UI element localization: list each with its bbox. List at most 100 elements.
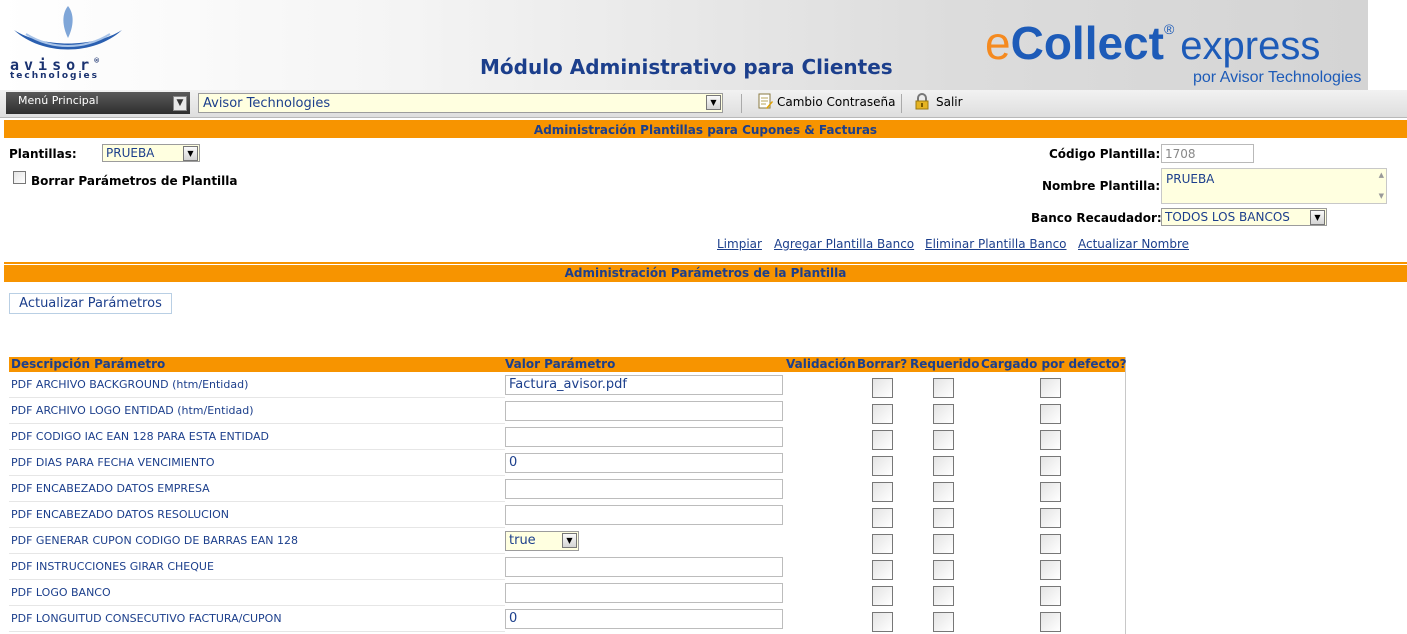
- limpiar-link[interactable]: Limpiar: [717, 237, 762, 251]
- borrar-checkbox[interactable]: [872, 482, 893, 502]
- borrar-checkbox[interactable]: [872, 430, 893, 450]
- param-value-input[interactable]: [505, 427, 783, 447]
- codigo-plantilla-label: Código Plantilla:: [1049, 147, 1161, 161]
- table-row: PDF LONGUITUD CONSECUTIVO FACTURA/CUPON 0: [9, 606, 1125, 632]
- borrar-checkbox[interactable]: [872, 586, 893, 606]
- requerido-checkbox[interactable]: [933, 482, 954, 502]
- plantillas-label: Plantillas:: [9, 147, 77, 161]
- column-header[interactable]: Cargado por defecto?: [981, 357, 1127, 372]
- requerido-checkbox[interactable]: [933, 586, 954, 606]
- cargado-defecto-checkbox[interactable]: [1040, 586, 1061, 606]
- dropdown-arrow-icon[interactable]: ▼: [706, 95, 721, 110]
- param-value-input[interactable]: [505, 583, 783, 603]
- param-description: PDF ARCHIVO LOGO ENTIDAD (htm/Entidad): [11, 404, 254, 417]
- parameters-table: Descripción Parámetro Valor Parámetro Va…: [9, 357, 1127, 634]
- cargado-defecto-checkbox[interactable]: [1040, 534, 1061, 554]
- column-header[interactable]: Descripción Parámetro: [11, 357, 165, 372]
- table-row: PDF ARCHIVO BACKGROUND (htm/Entidad) Fact…: [9, 372, 1125, 398]
- param-value-input[interactable]: Factura_avisor.pdf: [505, 375, 783, 395]
- double-chevron-down-icon[interactable]: ▼: [173, 96, 187, 111]
- cargado-defecto-checkbox[interactable]: [1040, 612, 1061, 632]
- logo-subtitle: technologies: [10, 71, 99, 81]
- dropdown-arrow-icon[interactable]: ▼: [562, 533, 577, 548]
- client-select[interactable]: Avisor Technologies ▼: [198, 93, 723, 113]
- document-edit-icon[interactable]: [757, 93, 773, 110]
- param-description: PDF LONGUITUD CONSECUTIVO FACTURA/CUPON: [11, 612, 282, 625]
- table-row: PDF LOGO BANCO: [9, 580, 1125, 606]
- borrar-checkbox[interactable]: [872, 404, 893, 424]
- requerido-checkbox[interactable]: [933, 404, 954, 424]
- param-value-input[interactable]: [505, 557, 783, 577]
- main-menu-button[interactable]: Menú Principal ▼: [6, 92, 190, 114]
- cargado-defecto-checkbox[interactable]: [1040, 404, 1061, 424]
- param-description: PDF CODIGO IAC EAN 128 PARA ESTA ENTIDAD: [11, 430, 270, 443]
- scroll-down-icon[interactable]: ▼: [1379, 192, 1384, 200]
- param-description: PDF ENCABEZADO DATOS EMPRESA: [11, 482, 210, 495]
- nombre-plantilla-textarea[interactable]: PRUEBA ▲ ▼: [1161, 168, 1387, 204]
- table-row: PDF GENERAR CUPON CODIGO DE BARRAS EAN 1…: [9, 528, 1125, 554]
- params-section-header: Administración Parámetros de la Plantill…: [4, 265, 1407, 282]
- param-value-input[interactable]: 0: [505, 609, 783, 629]
- table-row: PDF ENCABEZADO DATOS EMPRESA: [9, 476, 1125, 502]
- borrar-checkbox[interactable]: [872, 378, 893, 398]
- column-header[interactable]: Requerido: [910, 357, 980, 372]
- table-row: PDF ARCHIVO LOGO ENTIDAD (htm/Entidad): [9, 398, 1125, 424]
- borrar-checkbox[interactable]: [872, 534, 893, 554]
- plantillas-select[interactable]: PRUEBA ▼: [102, 144, 200, 162]
- cargado-defecto-checkbox[interactable]: [1040, 560, 1061, 580]
- param-description: PDF ARCHIVO BACKGROUND (htm/Entidad): [11, 378, 249, 391]
- templates-section-header: Administración Plantillas para Cupones &…: [4, 122, 1407, 138]
- dropdown-arrow-icon[interactable]: ▼: [183, 146, 198, 161]
- borrar-checkbox[interactable]: [872, 508, 893, 528]
- page-title: Módulo Administrativo para Clientes: [480, 55, 893, 79]
- param-value-input[interactable]: [505, 505, 783, 525]
- borrar-checkbox[interactable]: [872, 612, 893, 632]
- banco-recaudador-label: Banco Recaudador:: [1031, 211, 1162, 225]
- agregar-plantilla-banco-link[interactable]: Agregar Plantilla Banco: [774, 237, 914, 251]
- requerido-checkbox[interactable]: [933, 508, 954, 528]
- cargado-defecto-checkbox[interactable]: [1040, 456, 1061, 476]
- brand-tagline: por Avisor Technologies: [1193, 69, 1362, 86]
- requerido-checkbox[interactable]: [933, 534, 954, 554]
- app-header: avisor® technologies Módulo Administrati…: [0, 0, 1368, 90]
- ecollect-brand-logo: eCollect® express: [985, 17, 1321, 69]
- actualizar-nombre-link[interactable]: Actualizar Nombre: [1078, 237, 1189, 251]
- borrar-parametros-label: Borrar Parámetros de Plantilla: [31, 174, 238, 188]
- column-header[interactable]: Valor Parámetro: [505, 357, 615, 372]
- menu-bar: Menú Principal ▼ Avisor Technologies ▼ C…: [0, 90, 1407, 118]
- lock-icon[interactable]: [914, 93, 930, 110]
- borrar-checkbox[interactable]: [872, 456, 893, 476]
- param-value-input[interactable]: 0: [505, 453, 783, 473]
- param-value-input[interactable]: [505, 479, 783, 499]
- column-header[interactable]: Validación: [786, 357, 856, 372]
- param-description: PDF INSTRUCCIONES GIRAR CHEQUE: [11, 560, 214, 573]
- param-value-input[interactable]: [505, 401, 783, 421]
- banco-recaudador-select[interactable]: TODOS LOS BANCOS ▼: [1161, 208, 1327, 226]
- borrar-parametros-checkbox[interactable]: [13, 171, 26, 184]
- dropdown-arrow-icon[interactable]: ▼: [1310, 210, 1325, 225]
- cargado-defecto-checkbox[interactable]: [1040, 430, 1061, 450]
- param-description: PDF ENCABEZADO DATOS RESOLUCION: [11, 508, 229, 521]
- table-row: PDF CODIGO IAC EAN 128 PARA ESTA ENTIDAD: [9, 424, 1125, 450]
- table-header: Descripción Parámetro Valor Parámetro Va…: [9, 357, 1127, 372]
- requerido-checkbox[interactable]: [933, 456, 954, 476]
- logout-link[interactable]: Salir: [936, 95, 963, 109]
- requerido-checkbox[interactable]: [933, 560, 954, 580]
- change-password-link[interactable]: Cambio Contraseña: [777, 95, 895, 109]
- requerido-checkbox[interactable]: [933, 378, 954, 398]
- column-header[interactable]: Borrar?: [857, 357, 907, 372]
- borrar-checkbox[interactable]: [872, 560, 893, 580]
- update-parameters-button[interactable]: Actualizar Parámetros: [9, 293, 172, 314]
- requerido-checkbox[interactable]: [933, 430, 954, 450]
- table-row: PDF INSTRUCCIONES GIRAR CHEQUE: [9, 554, 1125, 580]
- param-value-select[interactable]: true ▼: [505, 531, 579, 551]
- param-description: PDF DIAS PARA FECHA VENCIMIENTO: [11, 456, 215, 469]
- cargado-defecto-checkbox[interactable]: [1040, 482, 1061, 502]
- requerido-checkbox[interactable]: [933, 612, 954, 632]
- cargado-defecto-checkbox[interactable]: [1040, 508, 1061, 528]
- cargado-defecto-checkbox[interactable]: [1040, 378, 1061, 398]
- eliminar-plantilla-banco-link[interactable]: Eliminar Plantilla Banco: [925, 237, 1067, 251]
- table-row: PDF ENCABEZADO DATOS RESOLUCION: [9, 502, 1125, 528]
- scroll-up-icon[interactable]: ▲: [1379, 171, 1384, 179]
- codigo-plantilla-field[interactable]: 1708: [1161, 144, 1254, 163]
